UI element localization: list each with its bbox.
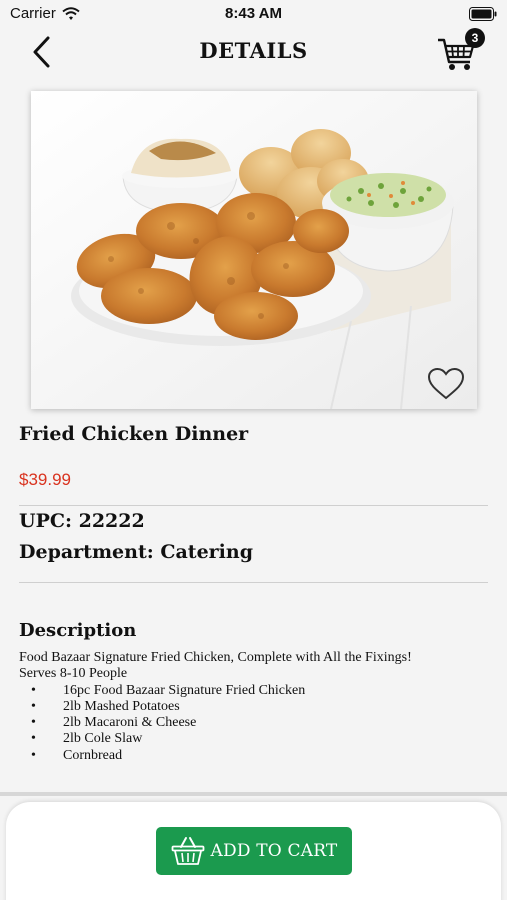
add-to-cart-button[interactable]: ADD TO CART bbox=[156, 827, 352, 875]
product-upc: UPC: 22222 bbox=[19, 510, 145, 532]
description-heading: Description bbox=[19, 620, 137, 641]
list-item: Cornbread bbox=[19, 748, 489, 765]
product-department: Department: Catering bbox=[19, 541, 253, 563]
divider bbox=[19, 582, 488, 583]
status-time: 8:43 AM bbox=[225, 5, 282, 22]
heart-outline-icon bbox=[427, 367, 465, 400]
cart-count-badge: 3 bbox=[465, 28, 485, 48]
divider bbox=[19, 505, 488, 506]
basket-icon bbox=[171, 837, 204, 865]
page-title: DETAILS bbox=[199, 38, 308, 63]
favorite-button[interactable] bbox=[427, 367, 465, 401]
description-line: Serves 8-10 People bbox=[19, 666, 128, 682]
list-item: 2lb Macaroni & Cheese bbox=[19, 715, 489, 732]
description-line: Food Bazaar Signature Fried Chicken, Com… bbox=[19, 650, 412, 665]
battery-icon bbox=[469, 6, 497, 25]
cart-button[interactable]: 3 bbox=[437, 28, 487, 72]
product-image bbox=[31, 91, 477, 409]
list-item: 16pc Food Bazaar Signature Fried Chicken bbox=[19, 683, 489, 700]
add-to-cart-label: ADD TO CART bbox=[210, 841, 338, 861]
list-item: 2lb Mashed Potatoes bbox=[19, 699, 489, 716]
fried-chicken-photo bbox=[31, 91, 477, 409]
bottom-action-panel: ADD TO CART bbox=[6, 802, 501, 900]
product-name: Fried Chicken Dinner bbox=[19, 423, 249, 445]
description-body: Food Bazaar Signature Fried Chicken, Com… bbox=[19, 650, 489, 764]
nav-bar: DETAILS 3 bbox=[0, 28, 507, 76]
description-list: 16pc Food Bazaar Signature Fried Chicken… bbox=[19, 683, 489, 765]
status-bar: Carrier 8:43 AM bbox=[0, 0, 507, 28]
footer-separator bbox=[0, 792, 507, 796]
list-item: 2lb Cole Slaw bbox=[19, 731, 489, 748]
product-price: $39.99 bbox=[19, 470, 71, 489]
